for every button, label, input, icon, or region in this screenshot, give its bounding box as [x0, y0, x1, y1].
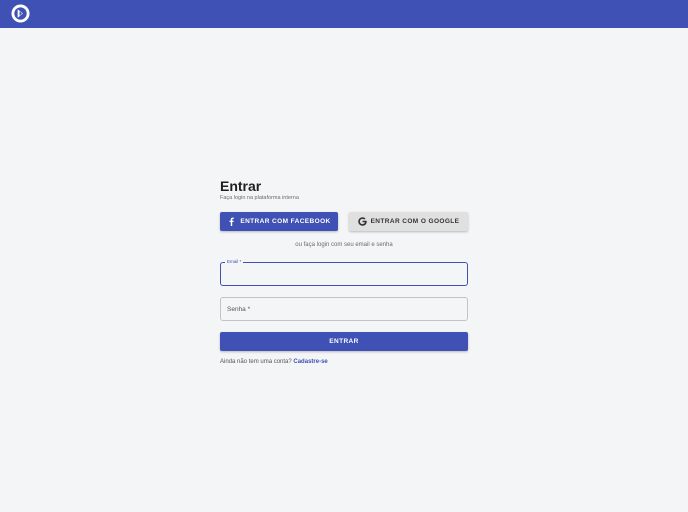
submit-login-button[interactable]: ENTRAR [220, 332, 468, 351]
email-field[interactable]: Email * [220, 258, 468, 286]
email-input[interactable] [221, 263, 467, 286]
password-field[interactable]: Senha * [220, 297, 468, 321]
password-input[interactable] [221, 298, 467, 321]
password-label: Senha * [227, 306, 251, 313]
email-label: Email * [225, 258, 244, 265]
facebook-login-label: ENTRAR COM FACEBOOK [240, 218, 331, 225]
page-title: Entrar [220, 178, 262, 194]
google-login-label: ENTRAR COM O GOOGLE [370, 218, 460, 225]
app-logo-icon[interactable] [11, 4, 30, 23]
login-form: Entrar Faça login na plataforma interna … [220, 178, 468, 365]
google-login-button[interactable]: ENTRAR COM O GOOGLE [349, 212, 468, 231]
signup-link[interactable]: Cadastre-se [293, 359, 327, 365]
signup-prompt: Ainda não tem uma conta? Cadastre-se [220, 359, 468, 365]
divider-text: ou faça login com seu email e senha [295, 242, 393, 248]
top-app-bar [0, 0, 688, 28]
social-login-row: ENTRAR COM FACEBOOK ENTRAR COM O GOOGLE [220, 212, 468, 231]
facebook-icon [229, 217, 235, 226]
facebook-login-button[interactable]: ENTRAR COM FACEBOOK [220, 212, 338, 231]
signup-prompt-text: Ainda não tem uma conta? [220, 359, 292, 365]
google-icon [357, 217, 367, 226]
page-subtitle: Faça login na plataforma interna [220, 195, 299, 201]
